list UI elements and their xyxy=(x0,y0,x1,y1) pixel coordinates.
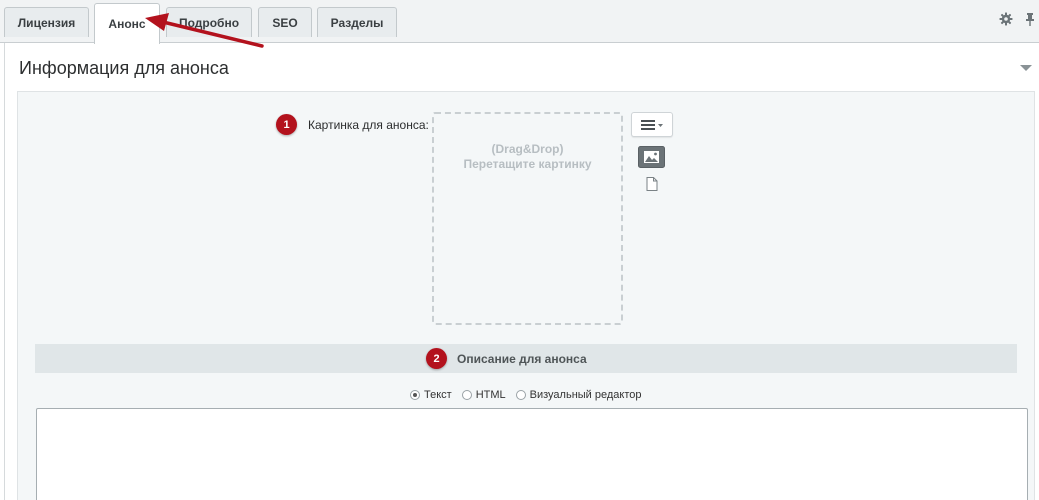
mode-text-label: Текст xyxy=(424,389,452,401)
gear-icon[interactable] xyxy=(998,11,1014,27)
image-dropzone[interactable]: (Drag&Drop) Перетащите картинку xyxy=(432,112,623,325)
radio-icon xyxy=(461,390,472,400)
dropzone-hint-text: Перетащите картинку xyxy=(463,157,592,171)
step-badge-1: 1 xyxy=(276,114,297,135)
file-icon[interactable] xyxy=(646,177,658,191)
mode-html-radio[interactable]: HTML xyxy=(461,389,506,401)
image-menu-button[interactable] xyxy=(631,112,673,137)
mode-text-radio[interactable]: Текст xyxy=(410,389,452,401)
radio-icon xyxy=(515,390,526,400)
tab-license[interactable]: Лицензия xyxy=(4,7,89,37)
section-content: 1 Картинка для анонса: (Drag&Drop) Перет… xyxy=(17,91,1035,500)
editor-mode-group: Текст HTML Визуальный редактор xyxy=(410,387,652,403)
mode-visual-radio[interactable]: Визуальный редактор xyxy=(515,389,642,401)
image-icon[interactable] xyxy=(638,146,665,168)
mode-visual-label: Визуальный редактор xyxy=(529,389,642,401)
pin-icon[interactable] xyxy=(1022,11,1038,27)
dropzone-hint: (Drag&Drop) xyxy=(491,142,564,156)
section-title: Информация для анонса xyxy=(19,58,229,78)
chevron-down-icon[interactable] xyxy=(1019,63,1033,73)
step-badge-2: 2 xyxy=(426,348,447,369)
tab-announce[interactable]: Анонс xyxy=(94,3,160,44)
tab-details[interactable]: Подробно xyxy=(166,7,252,37)
tab-sections[interactable]: Разделы xyxy=(317,7,397,37)
mode-html-label: HTML xyxy=(475,389,506,401)
radio-checked-icon xyxy=(410,390,420,400)
tab-seo[interactable]: SEO xyxy=(258,7,312,37)
preview-image-label: Картинка для анонса: xyxy=(308,118,429,132)
description-textarea[interactable] xyxy=(36,408,1028,500)
menu-icon xyxy=(641,119,663,130)
announce-panel: Информация для анонса 1 Картинка для ано… xyxy=(4,43,1039,500)
description-header: 2 Описание для анонса xyxy=(35,344,1017,373)
tab-bar: Лицензия Анонс Подробно SEO Разделы xyxy=(0,0,1039,44)
description-label: Описание для анонса xyxy=(457,352,587,366)
